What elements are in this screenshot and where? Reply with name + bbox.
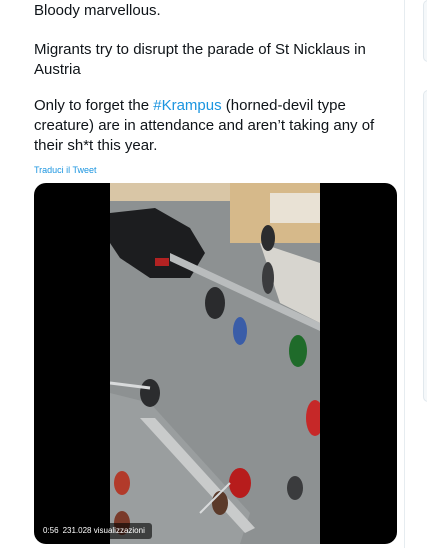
video-duration: 0:56 [43, 526, 59, 535]
video-frame[interactable] [109, 183, 324, 544]
tweet-text-line-1: Bloody marvellous. [34, 2, 161, 19]
sidebar-card [423, 90, 427, 402]
translate-tweet-link[interactable]: Traduci il Tweet [34, 165, 97, 175]
video-still-image [109, 183, 324, 544]
tweet-text-line-3: Only to forget the #Krampus (horned-devi… [34, 96, 394, 156]
sidebar-card [423, 0, 427, 62]
tweet-text-segment: Only to forget the [34, 97, 154, 114]
tweet-column: Bloody marvellous. Migrants try to disru… [0, 0, 405, 548]
video-info-overlay: 0:56 231.028 visualizzazioni [40, 523, 152, 539]
tweet-text-line-2: Migrants try to disrupt the parade of St… [34, 41, 366, 78]
hashtag-link[interactable]: #Krampus [153, 97, 221, 114]
video-view-count: 231.028 visualizzazioni [62, 526, 145, 535]
video-player[interactable]: 0:56 231.028 visualizzazioni [34, 183, 397, 544]
